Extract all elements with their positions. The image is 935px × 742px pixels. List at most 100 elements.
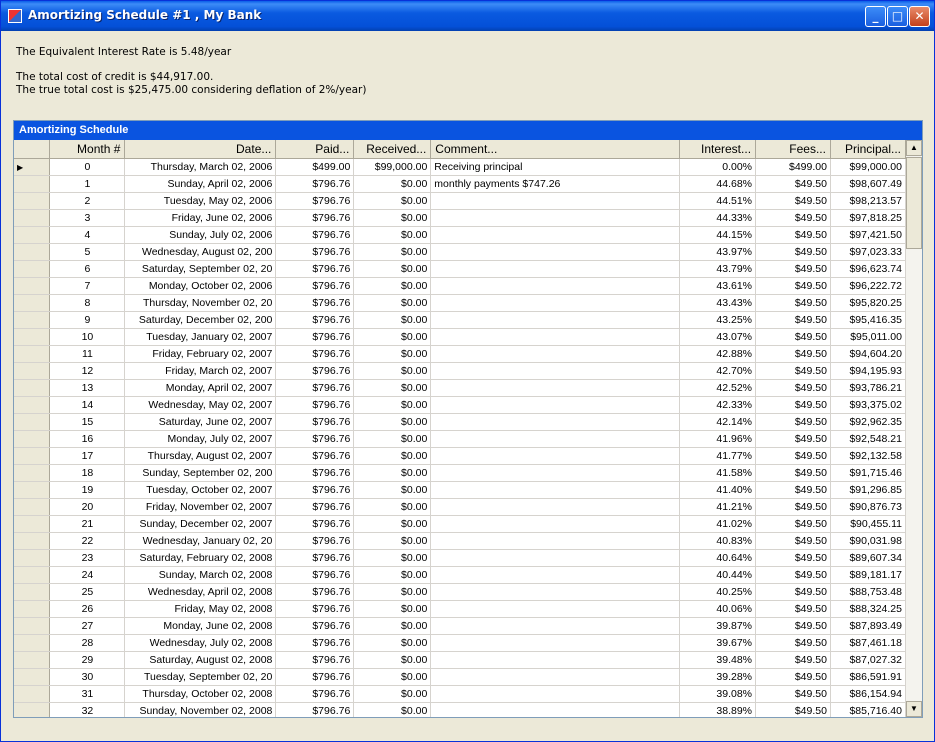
cell-paid[interactable]: $796.76 [275,362,355,380]
row-header[interactable] [14,583,51,601]
cell-interest[interactable]: 39.48% [679,651,757,669]
cell-fees[interactable]: $49.50 [755,464,831,482]
cell-month[interactable]: 7 [49,277,126,295]
cell-comment[interactable] [430,481,681,499]
cell-comment[interactable] [430,362,681,380]
cell-principal[interactable]: $91,715.46 [830,464,906,482]
cell-principal[interactable]: $88,753.48 [830,583,906,601]
cell-received[interactable]: $0.00 [353,447,432,465]
scrollbar-thumb[interactable] [906,157,922,249]
table-row[interactable]: 11 Friday, February 02, 2007 $796.76 $0.00 4… [14,345,906,363]
row-header[interactable] [14,515,51,533]
table-row[interactable]: 4 Sunday, July 02, 2006 $796.76 $0.00 44.15%… [14,226,906,244]
row-header[interactable] [14,362,51,380]
table-row[interactable]: 22 Wednesday, January 02, 20 $796.76 $0.00 4… [14,532,906,550]
cell-comment[interactable] [430,328,681,346]
cell-fees[interactable]: $499.00 [755,158,831,176]
cell-comment[interactable] [430,617,681,635]
cell-interest[interactable]: 43.97% [679,243,757,261]
cell-received[interactable]: $0.00 [353,549,432,567]
cell-date[interactable]: Thursday, August 02, 2007 [124,447,277,465]
cell-fees[interactable]: $49.50 [755,413,831,431]
cell-interest[interactable]: 44.15% [679,226,757,244]
table-row[interactable]: 13 Monday, April 02, 2007 $796.76 $0.00 42.5… [14,379,906,397]
cell-fees[interactable]: $49.50 [755,702,831,717]
cell-interest[interactable]: 41.40% [679,481,757,499]
cell-month[interactable]: 27 [49,617,126,635]
cell-paid[interactable]: $796.76 [275,532,355,550]
cell-month[interactable]: 15 [49,413,126,431]
cell-fees[interactable]: $49.50 [755,226,831,244]
cell-received[interactable]: $0.00 [353,396,432,414]
cell-paid[interactable]: $796.76 [275,447,355,465]
cell-month[interactable]: 31 [49,685,126,703]
table-row[interactable]: 32 Sunday, November 02, 2008 $796.76 $0.00 3… [14,702,906,717]
cell-interest[interactable]: 44.68% [679,175,757,193]
cell-date[interactable]: Tuesday, January 02, 2007 [124,328,277,346]
cell-principal[interactable]: $92,132.58 [830,447,906,465]
scroll-down-button[interactable]: ▼ [906,701,922,717]
cell-principal[interactable]: $94,195.93 [830,362,906,380]
cell-paid[interactable]: $796.76 [275,175,355,193]
cell-date[interactable]: Saturday, December 02, 200 [124,311,277,329]
cell-date[interactable]: Sunday, March 02, 2008 [124,566,277,584]
cell-interest[interactable]: 43.07% [679,328,757,346]
cell-date[interactable]: Sunday, September 02, 200 [124,464,277,482]
cell-fees[interactable]: $49.50 [755,277,831,295]
cell-fees[interactable]: $49.50 [755,566,831,584]
row-header[interactable] [14,668,51,686]
cell-date[interactable]: Saturday, February 02, 2008 [124,549,277,567]
cell-comment[interactable] [430,260,681,278]
cell-received[interactable]: $0.00 [353,600,432,618]
cell-principal[interactable]: $87,027.32 [830,651,906,669]
table-row[interactable]: 26 Friday, May 02, 2008 $796.76 $0.00 40.06%… [14,600,906,618]
cell-fees[interactable]: $49.50 [755,532,831,550]
cell-received[interactable]: $0.00 [353,430,432,448]
cell-principal[interactable]: $97,023.33 [830,243,906,261]
cell-paid[interactable]: $796.76 [275,634,355,652]
cell-principal[interactable]: $97,421.50 [830,226,906,244]
cell-fees[interactable]: $49.50 [755,260,831,278]
cell-principal[interactable]: $95,820.25 [830,294,906,312]
table-row[interactable]: 23 Saturday, February 02, 2008 $796.76 $0.0… [14,549,906,567]
cell-received[interactable]: $0.00 [353,379,432,397]
cell-received[interactable]: $0.00 [353,583,432,601]
cell-received[interactable]: $0.00 [353,260,432,278]
cell-comment[interactable] [430,583,681,601]
cell-interest[interactable]: 42.70% [679,362,757,380]
cell-month[interactable]: 12 [49,362,126,380]
cell-month[interactable]: 18 [49,464,126,482]
row-header[interactable] [14,277,51,295]
cell-received[interactable]: $0.00 [353,702,432,717]
cell-interest[interactable]: 42.14% [679,413,757,431]
cell-comment[interactable] [430,243,681,261]
cell-month[interactable]: 6 [49,260,126,278]
cell-fees[interactable]: $49.50 [755,515,831,533]
table-row[interactable]: 21 Sunday, December 02, 2007 $796.76 $0.00 4… [14,515,906,533]
cell-comment[interactable] [430,311,681,329]
cell-principal[interactable]: $96,222.72 [830,277,906,295]
cell-fees[interactable]: $49.50 [755,345,831,363]
cell-date[interactable]: Tuesday, May 02, 2006 [124,192,277,210]
cell-month[interactable]: 4 [49,226,126,244]
cell-fees[interactable]: $49.50 [755,243,831,261]
cell-received[interactable]: $0.00 [353,515,432,533]
row-header[interactable] [14,600,51,618]
cell-paid[interactable]: $796.76 [275,685,355,703]
cell-fees[interactable]: $49.50 [755,617,831,635]
cell-paid[interactable]: $796.76 [275,515,355,533]
cell-principal[interactable]: $90,031.98 [830,532,906,550]
cell-fees[interactable]: $49.50 [755,175,831,193]
scroll-up-button[interactable]: ▲ [906,140,922,156]
cell-date[interactable]: Wednesday, August 02, 200 [124,243,277,261]
col-header-paid[interactable]: Paid... [275,140,355,159]
cell-principal[interactable]: $87,461.18 [830,634,906,652]
cell-fees[interactable]: $49.50 [755,328,831,346]
cell-fees[interactable]: $49.50 [755,651,831,669]
cell-principal[interactable]: $96,623.74 [830,260,906,278]
row-header[interactable] [14,209,51,227]
cell-month[interactable]: 30 [49,668,126,686]
row-header[interactable] [14,260,51,278]
cell-interest[interactable]: 39.28% [679,668,757,686]
cell-comment[interactable] [430,464,681,482]
